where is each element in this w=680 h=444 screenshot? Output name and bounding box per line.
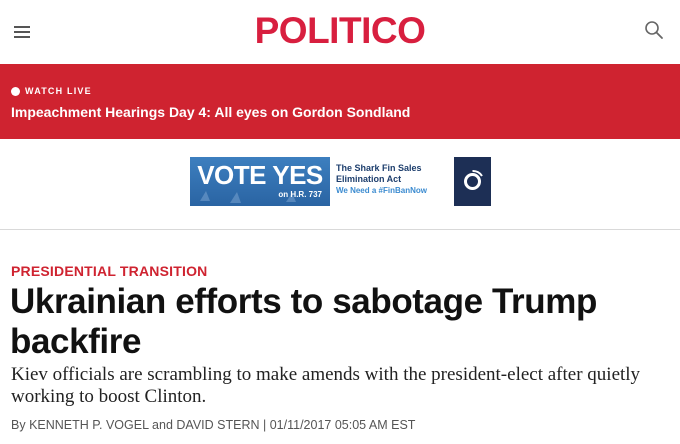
live-dot-icon: [11, 86, 20, 96]
search-icon[interactable]: [644, 20, 664, 40]
article-headline: Ukrainian efforts to sabotage Trump back…: [10, 282, 597, 361]
org-logo-icon: [464, 170, 483, 190]
live-headline-link[interactable]: Impeachment Hearings Day 4: All eyes on …: [11, 103, 410, 121]
article-dek: Kiev officials are scrambling to make am…: [11, 364, 641, 407]
section-divider: [0, 229, 680, 230]
article-timestamp: 01/11/2017 05:05 AM EST: [269, 418, 416, 432]
article-byline: By KENNETH P. VOGEL and DAVID STERN | 01…: [11, 417, 415, 433]
watch-live-label: WATCH LIVE: [11, 84, 92, 98]
page: POLITICO WATCH LIVE Impeachment Hearings…: [0, 0, 680, 444]
watch-live-text: WATCH LIVE: [25, 86, 92, 96]
article-kicker[interactable]: PRESIDENTIAL TRANSITION: [11, 262, 207, 280]
advertisement-banner[interactable]: VOTE YES on H.R. 737 The Shark Fin Sales…: [190, 157, 492, 207]
ad-vote-title: VOTE YES: [197, 160, 323, 190]
byline-prefix: By: [11, 418, 26, 432]
byline-separator: |: [263, 418, 267, 432]
author-link-stern[interactable]: DAVID STERN: [176, 418, 259, 432]
watch-live-banner[interactable]: [0, 64, 680, 139]
site-logo[interactable]: POLITICO: [0, 10, 680, 52]
author-link-vogel[interactable]: KENNETH P. VOGEL: [29, 418, 148, 432]
ad-vote-panel: VOTE YES on H.R. 737: [190, 157, 330, 206]
ad-badge: [454, 157, 491, 206]
byline-join: and: [152, 418, 173, 432]
ad-title: The Shark Fin Sales Elimination Act: [336, 163, 422, 184]
site-header: POLITICO: [0, 0, 680, 64]
ad-text: The Shark Fin Sales Elimination Act We N…: [336, 163, 446, 196]
ad-vote-subtitle: on H.R. 737: [278, 190, 322, 199]
ad-hashtag: We Need a #FinBanNow: [336, 186, 427, 195]
